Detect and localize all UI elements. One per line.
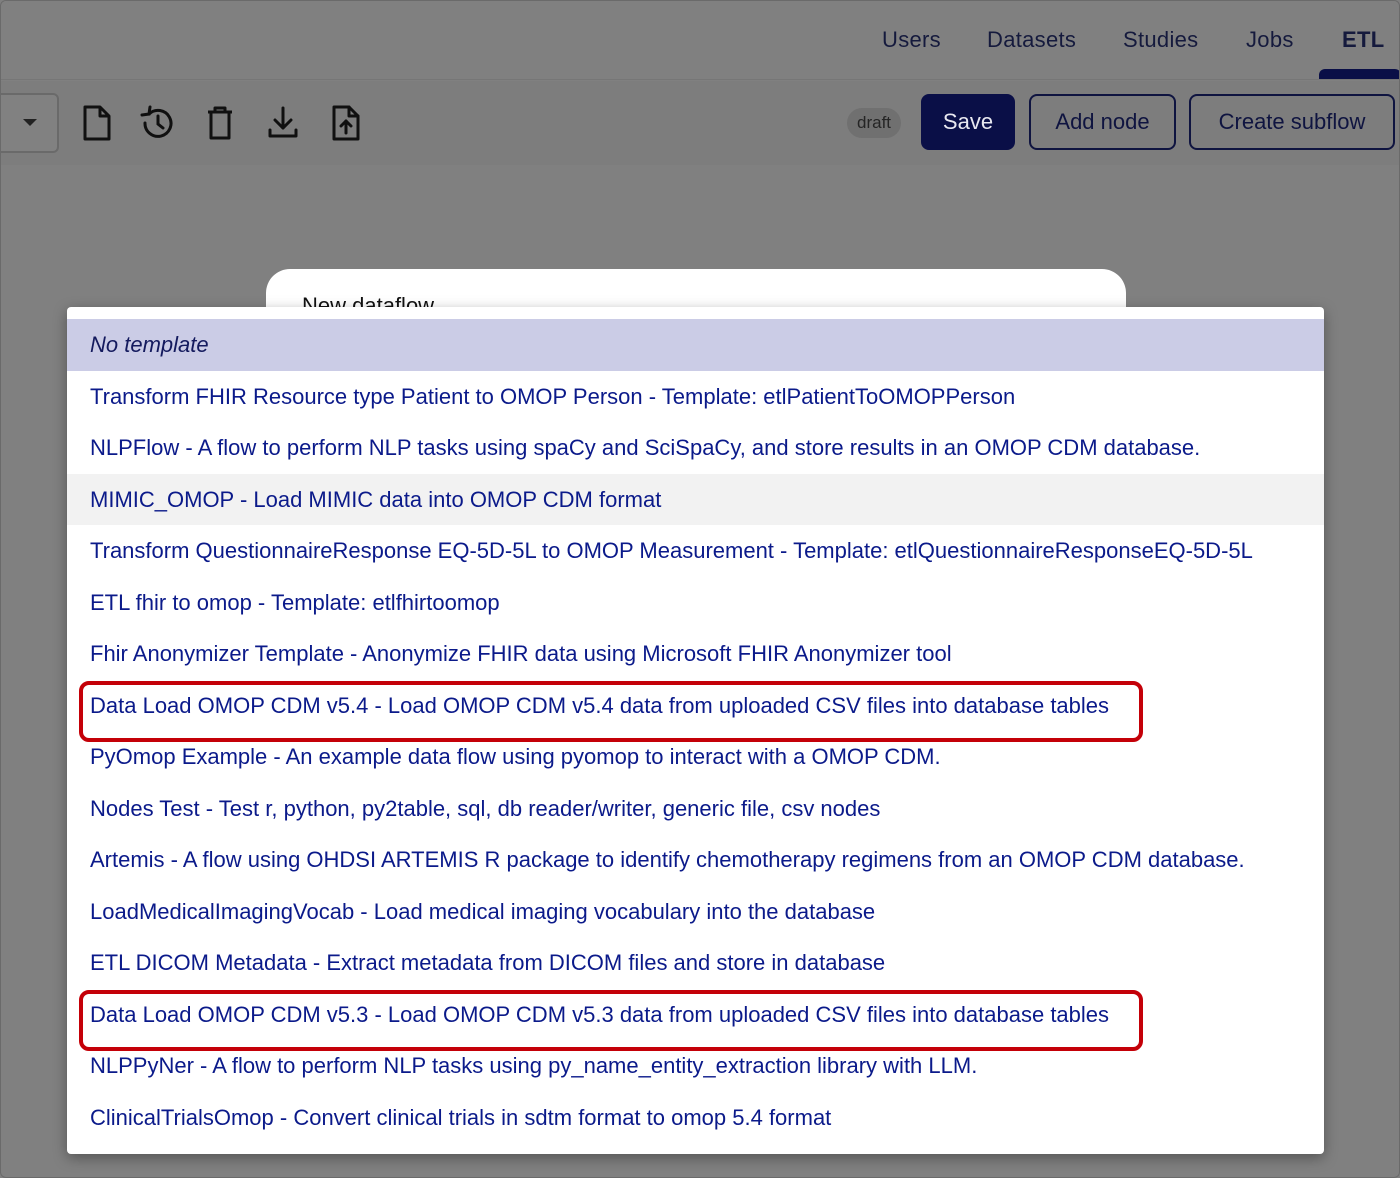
download-icon[interactable] bbox=[265, 103, 301, 143]
template-option[interactable]: Transform FHIR Resource type Patient to … bbox=[67, 371, 1324, 423]
template-option[interactable]: ClinicalTrialsOmop - Convert clinical tr… bbox=[67, 1092, 1324, 1144]
template-option-label: Data Load OMOP CDM v5.3 - Load OMOP CDM … bbox=[90, 1001, 1110, 1027]
add-node-button[interactable]: Add node bbox=[1029, 94, 1176, 150]
template-option-omop-v54[interactable]: Data Load OMOP CDM v5.4 - Load OMOP CDM … bbox=[67, 680, 1324, 742]
tab-datasets[interactable]: Datasets bbox=[987, 27, 1076, 53]
trash-icon[interactable] bbox=[202, 103, 238, 143]
template-option[interactable]: NLPFlow - A flow to perform NLP tasks us… bbox=[67, 422, 1324, 474]
template-option[interactable]: ETL DICOM Metadata - Extract metadata fr… bbox=[67, 937, 1324, 989]
dataflow-select[interactable] bbox=[1, 93, 59, 153]
template-option[interactable]: Fhir Anonymizer Template - Anonymize FHI… bbox=[67, 628, 1324, 680]
save-button[interactable]: Save bbox=[921, 94, 1015, 150]
template-option[interactable]: PyOmop Example - An example data flow us… bbox=[67, 731, 1324, 783]
template-dropdown-list: No template Transform FHIR Resource type… bbox=[67, 307, 1324, 1154]
tab-studies[interactable]: Studies bbox=[1123, 27, 1198, 53]
template-option[interactable]: No template bbox=[67, 319, 1324, 371]
toolbar: draft Save Add node Create subflow bbox=[1, 81, 1399, 165]
template-option[interactable]: Artemis - A flow using OHDSI ARTEMIS R p… bbox=[67, 834, 1324, 886]
template-option[interactable]: LoadMedicalImagingVocab - Load medical i… bbox=[67, 886, 1324, 938]
tab-etl[interactable]: ETL bbox=[1342, 27, 1384, 53]
create-subflow-button[interactable]: Create subflow bbox=[1189, 94, 1395, 150]
status-badge: draft bbox=[847, 108, 902, 138]
history-icon[interactable] bbox=[139, 103, 175, 143]
tab-jobs[interactable]: Jobs bbox=[1246, 27, 1294, 53]
active-tab-indicator bbox=[1319, 69, 1399, 79]
template-option[interactable]: Nodes Test - Test r, python, py2table, s… bbox=[67, 783, 1324, 835]
top-navigation: Users Datasets Studies Jobs ETL bbox=[1, 1, 1399, 80]
chevron-down-icon bbox=[23, 119, 37, 126]
template-option-omop-v53[interactable]: Data Load OMOP CDM v5.3 - Load OMOP CDM … bbox=[67, 989, 1324, 1051]
app-window: Users Datasets Studies Jobs ETL draft Sa… bbox=[0, 0, 1400, 1178]
template-option[interactable]: ETL fhir to omop - Template: etlfhirtoom… bbox=[67, 577, 1324, 629]
new-file-icon[interactable] bbox=[79, 103, 115, 143]
template-option-label: Data Load OMOP CDM v5.4 - Load OMOP CDM … bbox=[90, 692, 1110, 718]
template-option[interactable]: Transform QuestionnaireResponse EQ-5D-5L… bbox=[67, 525, 1324, 577]
tab-users[interactable]: Users bbox=[882, 27, 941, 53]
upload-file-icon[interactable] bbox=[328, 103, 364, 143]
template-option[interactable]: NLPPyNer - A flow to perform NLP tasks u… bbox=[67, 1040, 1324, 1092]
template-option[interactable]: MIMIC_OMOP - Load MIMIC data into OMOP C… bbox=[67, 473, 1324, 525]
